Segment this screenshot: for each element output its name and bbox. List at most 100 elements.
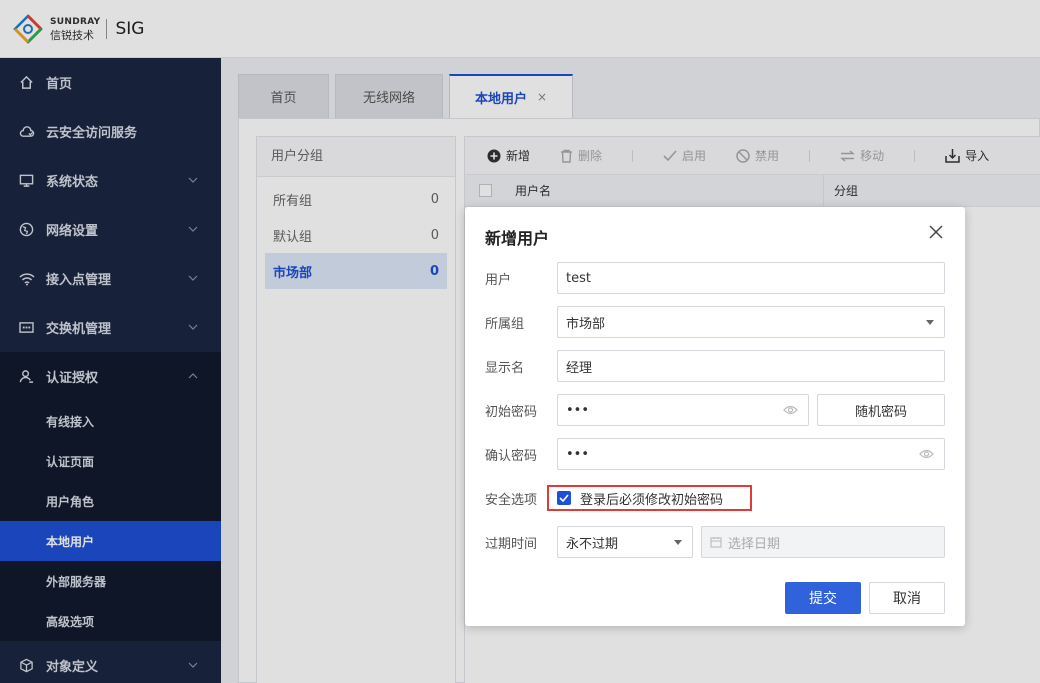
close-icon[interactable] <box>927 223 945 241</box>
move-label: 移动 <box>860 149 885 163</box>
sidebar-item-home[interactable]: 首页 <box>0 58 221 107</box>
tab-label: 首页 <box>270 91 297 106</box>
sidebar-item-switch-management[interactable]: 交换机管理 <box>0 303 221 352</box>
cancel-button[interactable]: 取消 <box>869 582 945 614</box>
add-label: 新增 <box>506 149 531 163</box>
sidebar-subitem-auth-page[interactable]: 认证页面 <box>0 441 221 481</box>
tab-label: 本地用户 <box>474 91 527 107</box>
monitor-icon <box>18 172 35 189</box>
dropdown-arrow-icon <box>926 320 934 325</box>
group-select[interactable]: 市场部 <box>557 306 945 338</box>
sidebar-item-system-status[interactable]: 系统状态 <box>0 156 221 205</box>
group-label: 所属组 <box>485 316 525 332</box>
toolbar-divider <box>809 149 811 162</box>
initial-password-row: 初始密码 ••• 随机密码 <box>485 394 945 426</box>
sidebar-subitem-wired[interactable]: 有线接入 <box>0 401 221 441</box>
chevron-up-icon <box>188 373 198 379</box>
toolbar-divider <box>632 149 634 162</box>
toolbar: 新增 删除 启用 禁用 移动 导入 <box>465 137 1040 175</box>
group-item[interactable]: 默认组 0 <box>265 217 447 253</box>
sidebar-item-label: 接入点管理 <box>46 273 112 288</box>
submit-button[interactable]: 提交 <box>785 582 861 614</box>
eye-icon[interactable] <box>919 448 934 460</box>
initial-password-input[interactable]: ••• <box>557 394 809 426</box>
sundray-logo-icon <box>12 13 44 45</box>
column-header-username[interactable]: 用户名 <box>505 182 823 199</box>
plus-circle-icon <box>487 149 501 162</box>
display-name-input[interactable]: 经理 <box>557 350 945 382</box>
sidebar-item-label: 云安全访问服务 <box>46 126 138 141</box>
add-button[interactable]: 新增 <box>487 147 530 164</box>
import-label: 导入 <box>965 149 990 163</box>
display-name-value: 经理 <box>566 360 593 376</box>
group-item[interactable]: 所有组 0 <box>265 181 447 217</box>
check-icon <box>663 149 677 161</box>
eye-icon[interactable] <box>783 404 798 416</box>
group-count: 0 <box>430 227 439 243</box>
disable-label: 禁用 <box>755 149 780 163</box>
chevron-down-icon <box>188 324 198 330</box>
group-name: 市场部 <box>273 265 313 281</box>
sidebar-item-cloud-security[interactable]: 云安全访问服务 <box>0 107 221 156</box>
sidebar-subitem-external-servers[interactable]: 外部服务器 <box>0 561 221 601</box>
group-select-value: 市场部 <box>566 316 606 332</box>
expire-label: 过期时间 <box>485 536 538 552</box>
import-button[interactable]: 导入 <box>945 147 989 164</box>
display-name-label: 显示名 <box>485 360 525 376</box>
group-panel: 用户分组 所有组 0 默认组 0 市场部 0 <box>256 136 456 683</box>
toolbar-divider <box>914 149 916 162</box>
group-item-selected[interactable]: 市场部 0 <box>265 253 447 289</box>
sidebar-item-object-definition[interactable]: 对象定义 <box>0 641 221 683</box>
sidebar-item-ap-management[interactable]: 接入点管理 <box>0 254 221 303</box>
close-icon[interactable]: × <box>537 90 547 104</box>
swap-icon <box>840 149 855 162</box>
switch-icon <box>18 319 35 336</box>
sidebar-item-network[interactable]: 网络设置 <box>0 205 221 254</box>
sidebar-item-label: 认证授权 <box>46 371 99 386</box>
user-auth-icon <box>18 368 35 385</box>
product-name: SIG <box>115 18 145 39</box>
confirm-password-input[interactable]: ••• <box>557 438 945 470</box>
home-icon <box>18 74 35 91</box>
dropdown-arrow-icon <box>674 540 682 545</box>
date-picker-input[interactable]: 选择日期 <box>701 526 945 558</box>
expire-select-value: 永不过期 <box>566 536 619 552</box>
ban-icon <box>736 148 750 163</box>
trash-icon <box>561 149 573 163</box>
initial-password-label: 初始密码 <box>485 404 538 420</box>
cloud-shield-icon <box>18 123 35 140</box>
move-button[interactable]: 移动 <box>840 147 884 164</box>
select-all-checkbox[interactable] <box>478 184 492 197</box>
confirm-password-row: 确认密码 ••• <box>485 438 945 470</box>
column-header-group[interactable]: 分组 <box>823 174 858 207</box>
chevron-down-icon <box>188 226 198 232</box>
enable-button[interactable]: 启用 <box>663 147 706 164</box>
sidebar-item-auth[interactable]: 认证授权 <box>0 352 221 401</box>
sidebar-item-label: 首页 <box>46 77 73 92</box>
random-password-button[interactable]: 随机密码 <box>817 394 945 426</box>
expire-select[interactable]: 永不过期 <box>557 526 693 558</box>
sidebar: 首页 云安全访问服务 系统状态 网络设置 接入点管理 交换机管理 认证授权 有线… <box>0 58 221 683</box>
delete-button[interactable]: 删除 <box>560 147 602 164</box>
tab-wireless[interactable]: 无线网络 <box>335 74 443 118</box>
calendar-icon <box>710 537 722 548</box>
globe-icon <box>18 221 35 238</box>
username-input[interactable]: test <box>557 262 945 294</box>
sidebar-subitem-advanced[interactable]: 高级选项 <box>0 601 221 641</box>
sidebar-subitem-local-users[interactable]: 本地用户 <box>0 521 221 561</box>
group-name: 默认组 <box>273 229 313 245</box>
brand-en: SUNDRAY <box>50 16 101 27</box>
add-user-dialog: 新增用户 用户 test 所属组 市场部 显示名 经理 初始密码 ••• 随机密… <box>465 207 965 626</box>
enable-label: 启用 <box>682 149 707 163</box>
disable-button[interactable]: 禁用 <box>736 147 779 164</box>
brand-text: SUNDRAY 信锐技术 <box>50 16 100 42</box>
tab-home[interactable]: 首页 <box>238 74 329 118</box>
group-count: 0 <box>429 263 439 279</box>
tab-local-users[interactable]: 本地用户 × <box>449 74 573 118</box>
group-count: 0 <box>430 191 439 207</box>
select-all-cell <box>465 184 505 197</box>
sidebar-item-label: 系统状态 <box>46 175 99 190</box>
sidebar-subitem-user-roles[interactable]: 用户角色 <box>0 481 221 521</box>
initial-password-value: ••• <box>566 402 590 418</box>
sidebar-item-label: 网络设置 <box>46 224 99 239</box>
